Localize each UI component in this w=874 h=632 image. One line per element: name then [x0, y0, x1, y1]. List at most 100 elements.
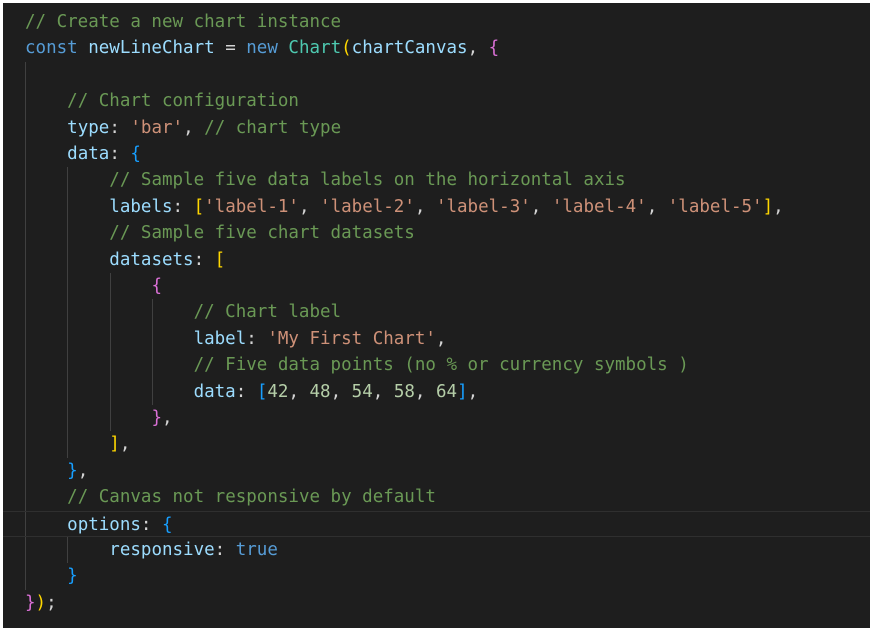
code-token-bracket-1: ]	[109, 434, 120, 455]
code-token-number: 54	[351, 381, 373, 402]
code-token-variable: type	[67, 117, 110, 138]
code-line[interactable]: data: {	[3, 141, 870, 167]
code-token-punct: ,	[183, 117, 205, 138]
code-token-punct: ,	[435, 328, 447, 349]
code-line[interactable]: responsive: true	[3, 537, 870, 563]
code-token-punct: ,	[161, 408, 173, 428]
code-token-bracket-3: ]	[457, 381, 468, 402]
code-token-keyword: true	[235, 540, 278, 560]
code-token-variable: label	[193, 328, 247, 349]
code-token-variable: chartCanvas	[351, 38, 468, 59]
code-token-bracket-1: )	[35, 592, 47, 613]
code-line[interactable]: }	[3, 563, 870, 589]
code-token-string: 'My First Chart'	[267, 328, 436, 349]
code-token-punct: ,	[646, 196, 668, 217]
code-token-number: 48	[309, 381, 331, 402]
code-token-comment: // Sample five chart datasets	[109, 223, 415, 244]
code-editor[interactable]: // Create a new chart instance const newL…	[3, 3, 870, 628]
code-token-variable: newLineChart	[88, 38, 215, 59]
code-token-class: Chart	[288, 38, 342, 59]
code-token-punct: ,	[530, 196, 552, 217]
code-token-bracket-1: (	[341, 38, 352, 59]
code-line[interactable]: },	[3, 458, 870, 484]
code-line[interactable]: // Canvas not responsive by default	[3, 484, 870, 510]
code-token-punct: ,	[414, 196, 436, 217]
code-token-punct: :	[214, 540, 236, 560]
code-token-string: 'label-4'	[551, 196, 647, 217]
code-token-punct: ;	[46, 592, 57, 613]
code-line[interactable]: // Chart label	[3, 299, 870, 325]
code-token-variable: data	[67, 144, 110, 164]
code-line[interactable]: },	[3, 405, 870, 431]
code-token-keyword: new	[246, 38, 289, 59]
code-token-punct: :	[109, 117, 131, 138]
code-token-bracket-1: [	[214, 249, 226, 270]
code-token-comment: // chart type	[204, 117, 342, 138]
code-line[interactable]: // Sample five chart datasets	[3, 220, 870, 246]
code-token-bracket-1: [	[193, 196, 205, 217]
code-token-string: 'bar'	[130, 117, 184, 138]
code-token-punct: ,	[467, 38, 489, 59]
code-line[interactable]: const newLineChart = new Chart(chartCanv…	[3, 35, 870, 61]
code-token-bracket-3: {	[162, 514, 173, 535]
code-token-punct: ,	[77, 460, 89, 481]
code-token-bracket-2: }	[151, 408, 162, 428]
code-token-punct: ,	[330, 381, 352, 402]
code-line[interactable]: datasets: [	[3, 247, 870, 273]
code-token-punct: ,	[773, 196, 784, 217]
code-line[interactable]: labels: ['label-1', 'label-2', 'label-3'…	[3, 194, 870, 220]
code-token-punct: :	[109, 144, 131, 164]
code-line[interactable]	[3, 62, 870, 88]
code-token-string: 'label-3'	[435, 196, 531, 217]
code-token-variable: options	[67, 514, 141, 535]
code-token-number: 42	[267, 381, 289, 402]
code-token-variable: labels	[109, 196, 173, 217]
code-token-variable: datasets	[109, 249, 194, 270]
code-line[interactable]: ],	[3, 431, 870, 457]
code-token-number: 64	[435, 381, 458, 402]
code-token-bracket-2: {	[151, 276, 162, 296]
code-line[interactable]: options: {	[3, 510, 870, 537]
code-token-punct: ,	[298, 196, 321, 217]
code-token-string: 'label-2'	[320, 196, 415, 217]
code-token-punct: :	[193, 249, 215, 270]
code-line[interactable]: // Sample five data labels on the horizo…	[3, 167, 870, 193]
code-token-comment: // Canvas not responsive by default	[67, 487, 436, 508]
code-line[interactable]: // Five data points (no % or currency sy…	[3, 352, 870, 378]
code-token-punct: ,	[119, 434, 131, 455]
code-token-punct: :	[140, 514, 162, 535]
code-token-punct: ,	[372, 381, 394, 402]
code-line[interactable]: type: 'bar', // chart type	[3, 115, 870, 141]
code-token-variable: responsive	[109, 540, 215, 560]
code-token-bracket-3: [	[256, 381, 268, 402]
code-token-punct: :	[246, 328, 268, 349]
code-line[interactable]: // Chart configuration	[3, 88, 870, 114]
code-token-punct: :	[172, 196, 194, 217]
code-line[interactable]: });	[3, 590, 870, 616]
code-token-punct: :	[235, 381, 257, 402]
code-line[interactable]: // Create a new chart instance	[3, 9, 870, 35]
code-token-string: 'label-1'	[204, 196, 299, 217]
code-line[interactable]: {	[3, 273, 870, 299]
code-token-string: 'label-5'	[667, 196, 763, 217]
code-line[interactable]: label: 'My First Chart',	[3, 326, 870, 352]
code-token-comment: // Sample five data labels on the horizo…	[109, 170, 626, 191]
code-line[interactable]: data: [42, 48, 54, 58, 64],	[3, 379, 870, 405]
code-token-keyword: const	[25, 38, 89, 59]
